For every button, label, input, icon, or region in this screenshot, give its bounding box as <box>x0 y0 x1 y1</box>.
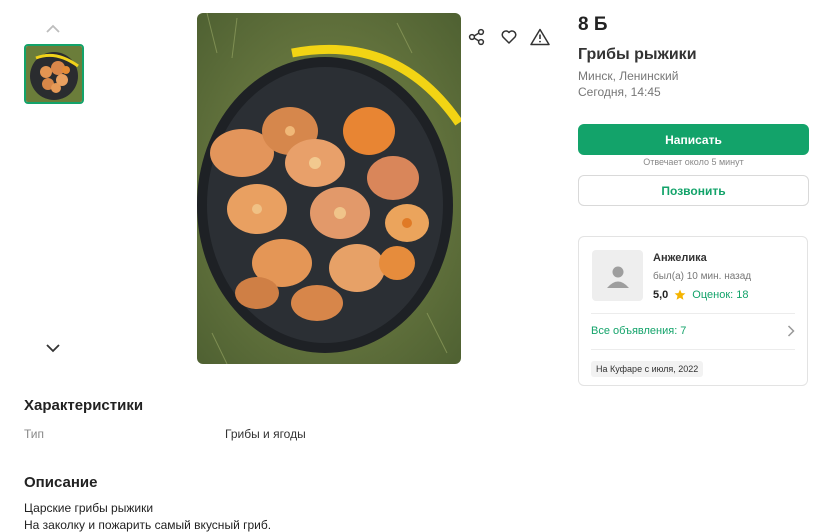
characteristic-key: Тип <box>24 427 45 441</box>
reply-time-note: Отвечает около 5 минут <box>643 157 744 167</box>
share-icon <box>468 28 485 46</box>
gallery-prev-button[interactable] <box>42 20 64 36</box>
seller-rating: 5,0 Оценок: 18 <box>653 289 749 301</box>
listing-title: Грибы рыжики <box>578 46 697 63</box>
warning-icon <box>530 28 550 46</box>
listing-date: Сегодня, 14:45 <box>578 85 661 99</box>
thumbnail-image <box>26 46 82 102</box>
report-button[interactable] <box>527 24 553 50</box>
heart-icon <box>501 30 517 44</box>
characteristic-value: Грибы и ягоды <box>225 427 306 441</box>
all-ads-link[interactable]: Все объявления: 7 <box>591 321 795 341</box>
listing-price: 8 Б <box>578 14 608 35</box>
reviews-link[interactable]: Оценок: 18 <box>692 289 748 301</box>
characteristics-heading: Характеристики <box>24 397 144 414</box>
user-icon <box>606 266 629 288</box>
gallery-thumbnail[interactable] <box>24 44 84 104</box>
description-line: Царские грибы рыжики <box>24 501 154 515</box>
favorite-button[interactable] <box>496 24 522 50</box>
rating-value: 5,0 <box>653 289 669 301</box>
divider <box>591 313 795 314</box>
chevron-down-icon <box>46 343 60 352</box>
call-button[interactable]: Позвонить <box>578 175 809 206</box>
mushroom-bucket-image <box>197 13 461 364</box>
description-heading: Описание <box>24 474 98 491</box>
member-since-badge: На Куфаре с июля, 2022 <box>591 361 704 377</box>
listing-location: Минск, Ленинский <box>578 69 679 83</box>
share-button[interactable] <box>464 24 490 50</box>
chevron-up-icon <box>46 24 60 33</box>
gallery-next-button[interactable] <box>42 340 64 356</box>
seller-name[interactable]: Анжелика <box>653 252 707 264</box>
write-message-button[interactable]: Написать <box>578 124 809 155</box>
avatar[interactable] <box>592 250 643 301</box>
divider <box>591 349 795 350</box>
all-ads-label: Все объявления: 7 <box>591 325 687 337</box>
main-photo[interactable] <box>197 13 461 364</box>
seller-last-seen: был(а) 10 мин. назад <box>653 271 752 282</box>
seller-card: Анжелика был(а) 10 мин. назад 5,0 Оценок… <box>578 236 808 386</box>
chevron-right-icon <box>787 325 795 337</box>
star-icon <box>674 289 686 300</box>
